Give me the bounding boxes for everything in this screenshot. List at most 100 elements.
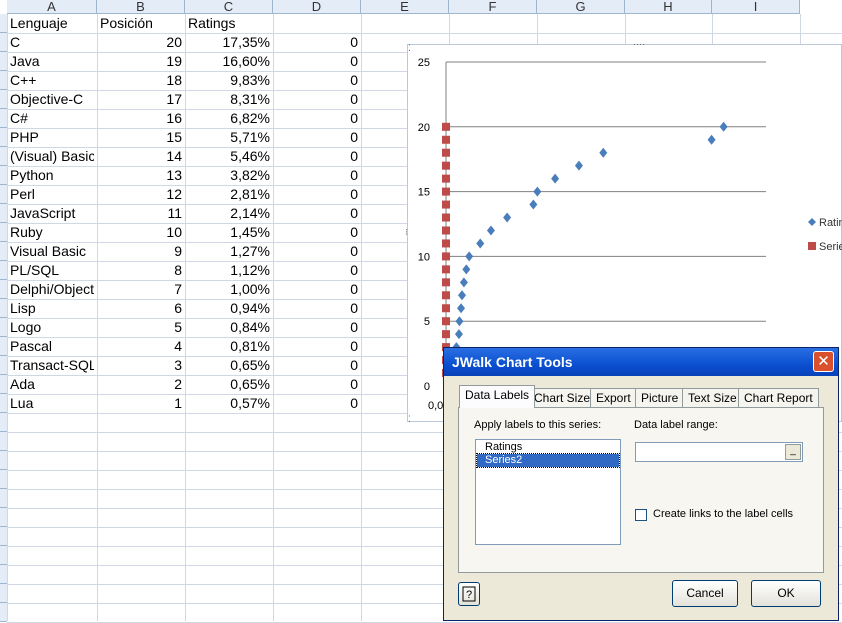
cell-b9[interactable]: 13 [100, 166, 182, 185]
help-button[interactable]: ? [458, 582, 480, 606]
tab-export[interactable]: Export [590, 388, 637, 407]
cell-b19[interactable]: 3 [100, 356, 182, 375]
cell-d5[interactable]: 0 [276, 90, 358, 109]
cell-a3[interactable]: Java [10, 52, 94, 71]
create-links-label[interactable]: Create links to the label cells [653, 508, 793, 520]
cell-d4[interactable]: 0 [276, 71, 358, 90]
cell-d15[interactable]: 0 [276, 280, 358, 299]
cell-c18[interactable]: 0,81% [188, 337, 270, 356]
row-header[interactable] [0, 185, 7, 204]
row-header[interactable] [0, 299, 7, 318]
cell-d7[interactable]: 0 [276, 128, 358, 147]
column-header-d[interactable]: D [273, 0, 361, 14]
row-header[interactable] [0, 261, 7, 280]
cell-a19[interactable]: Transact-SQL [10, 356, 94, 375]
row-header[interactable] [0, 413, 7, 432]
row-header[interactable] [0, 52, 7, 71]
cell-c8[interactable]: 5,46% [188, 147, 270, 166]
column-header-g[interactable]: G [537, 0, 625, 14]
series-listbox[interactable]: Ratings Series2 [475, 439, 621, 545]
tab-picture[interactable]: Picture [635, 388, 685, 407]
cell-a14[interactable]: PL/SQL [10, 261, 94, 280]
cell-b8[interactable]: 14 [100, 147, 182, 166]
row-header[interactable] [0, 14, 7, 33]
cell-a20[interactable]: Ada [10, 375, 94, 394]
cell-c7[interactable]: 5,71% [188, 128, 270, 147]
cell-a7[interactable]: PHP [10, 128, 94, 147]
cell-b14[interactable]: 8 [100, 261, 182, 280]
cell-a13[interactable]: Visual Basic [10, 242, 94, 261]
cell-c4[interactable]: 9,83% [188, 71, 270, 90]
cell-c17[interactable]: 0,84% [188, 318, 270, 337]
cell-d2[interactable]: 0 [276, 33, 358, 52]
cell-b10[interactable]: 12 [100, 185, 182, 204]
cell-c13[interactable]: 1,27% [188, 242, 270, 261]
cell-c12[interactable]: 1,45% [188, 223, 270, 242]
row-header[interactable] [0, 318, 7, 337]
cell-b3[interactable]: 19 [100, 52, 182, 71]
row-header[interactable] [0, 527, 7, 546]
cell-c14[interactable]: 1,12% [188, 261, 270, 280]
column-header-f[interactable]: F [449, 0, 537, 14]
cell-d13[interactable]: 0 [276, 242, 358, 261]
cell-d12[interactable]: 0 [276, 223, 358, 242]
cell-b11[interactable]: 11 [100, 204, 182, 223]
cell-c1[interactable]: Ratings [188, 14, 270, 33]
cell-c6[interactable]: 6,82% [188, 109, 270, 128]
cell-c10[interactable]: 2,81% [188, 185, 270, 204]
column-header-h[interactable]: H [625, 0, 712, 14]
cell-a9[interactable]: Python [10, 166, 94, 185]
close-icon[interactable]: ✕ [813, 351, 834, 372]
cell-b12[interactable]: 10 [100, 223, 182, 242]
cell-c11[interactable]: 2,14% [188, 204, 270, 223]
row-header[interactable] [0, 451, 7, 470]
cell-a15[interactable]: Delphi/Object [10, 280, 94, 299]
list-item-series2[interactable]: Series2 [476, 453, 620, 468]
cell-d17[interactable]: 0 [276, 318, 358, 337]
cell-a11[interactable]: JavaScript [10, 204, 94, 223]
cell-b4[interactable]: 18 [100, 71, 182, 90]
ok-button[interactable]: OK [751, 580, 821, 607]
range-select-button[interactable]: _ [785, 444, 801, 460]
cell-c16[interactable]: 0,94% [188, 299, 270, 318]
cell-c19[interactable]: 0,65% [188, 356, 270, 375]
row-header[interactable] [0, 565, 7, 584]
cell-a4[interactable]: C++ [10, 71, 94, 90]
cell-b5[interactable]: 17 [100, 90, 182, 109]
cell-b6[interactable]: 16 [100, 109, 182, 128]
list-item-ratings[interactable]: Ratings [477, 441, 619, 454]
row-header[interactable] [0, 584, 7, 603]
cell-b15[interactable]: 7 [100, 280, 182, 299]
cell-d19[interactable]: 0 [276, 356, 358, 375]
row-header[interactable] [0, 223, 7, 242]
dialog-titlebar[interactable]: JWalk Chart Tools ✕ [444, 348, 838, 376]
cell-c3[interactable]: 16,60% [188, 52, 270, 71]
row-header[interactable] [0, 356, 7, 375]
cell-b13[interactable]: 9 [100, 242, 182, 261]
cell-c15[interactable]: 1,00% [188, 280, 270, 299]
cell-d20[interactable]: 0 [276, 375, 358, 394]
cell-a10[interactable]: Perl [10, 185, 94, 204]
cell-b2[interactable]: 20 [100, 33, 182, 52]
cell-a21[interactable]: Lua [10, 394, 94, 413]
row-header[interactable] [0, 337, 7, 356]
data-label-range-input[interactable]: _ [635, 442, 803, 462]
cell-a1[interactable]: Lenguaje [10, 14, 94, 33]
tab-data-labels[interactable]: Data Labels [459, 385, 536, 408]
column-header-a[interactable]: A [7, 0, 97, 14]
cell-d8[interactable]: 0 [276, 147, 358, 166]
row-header[interactable] [0, 109, 7, 128]
cell-a17[interactable]: Logo [10, 318, 94, 337]
row-header[interactable] [0, 375, 7, 394]
tab-text-size[interactable]: Text Size [682, 388, 743, 407]
cell-b18[interactable]: 4 [100, 337, 182, 356]
tab-chart-size[interactable]: Chart Size [528, 388, 597, 407]
cell-b7[interactable]: 15 [100, 128, 182, 147]
cell-c9[interactable]: 3,82% [188, 166, 270, 185]
column-header-b[interactable]: B [97, 0, 185, 14]
row-header[interactable] [0, 280, 7, 299]
cell-d10[interactable]: 0 [276, 185, 358, 204]
row-header[interactable] [0, 166, 7, 185]
cell-c5[interactable]: 8,31% [188, 90, 270, 109]
cell-c20[interactable]: 0,65% [188, 375, 270, 394]
